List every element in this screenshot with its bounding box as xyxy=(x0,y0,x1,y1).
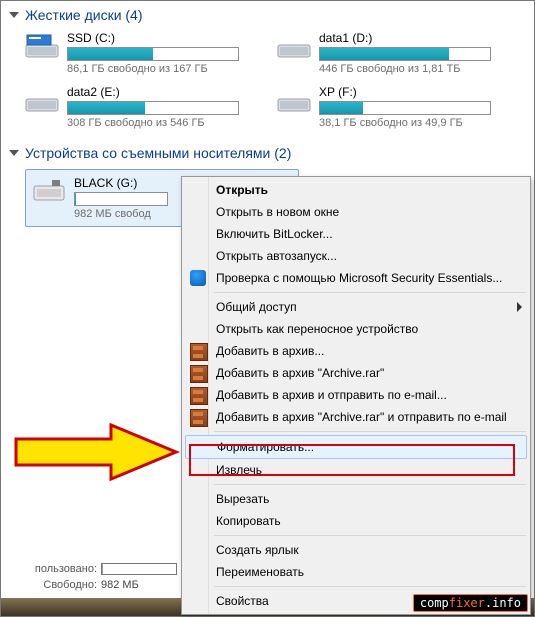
status-used-label: пользовано: xyxy=(7,563,97,575)
section-title: Жесткие диски (4) xyxy=(25,7,143,23)
drive-free-text: 446 ГБ свободно из 1,81 ТБ xyxy=(319,63,517,75)
hdd-icon xyxy=(277,85,311,115)
drive-item[interactable]: data1 (D:) 446 ГБ свободно из 1,81 ТБ xyxy=(277,31,517,75)
status-used-row: пользовано: xyxy=(7,563,187,575)
hdd-icon xyxy=(277,31,311,61)
chevron-down-icon xyxy=(9,150,19,156)
winrar-icon xyxy=(190,365,208,383)
winrar-icon xyxy=(190,387,208,405)
status-free-value: 982 МБ xyxy=(101,579,139,591)
section-title: Устройства со съемными носителями (2) xyxy=(25,145,291,161)
ctx-rar-add-named[interactable]: Добавить в архив "Archive.rar" xyxy=(184,362,528,384)
ctx-rar-add[interactable]: Добавить в архив... xyxy=(184,340,528,362)
drive-item[interactable]: SSD (C:) 86,1 ГБ свободно из 167 ГБ xyxy=(25,31,265,75)
drive-usage-bar xyxy=(319,47,491,61)
shield-icon xyxy=(190,270,206,286)
annotation-arrow-icon xyxy=(11,421,181,483)
status-free-row: Свободно: 982 МБ xyxy=(7,579,187,591)
ctx-open[interactable]: Открыть xyxy=(184,179,528,201)
drive-item[interactable]: XP (F:) 38,1 ГБ свободно из 49,9 ГБ xyxy=(277,85,517,129)
submenu-arrow-icon xyxy=(517,302,522,312)
status-free-label: Свободно: xyxy=(7,579,97,591)
ctx-rar-mail[interactable]: Добавить в архив и отправить по e-mail..… xyxy=(184,384,528,406)
drive-usage-bar xyxy=(319,101,491,115)
ctx-eject[interactable]: Извлечь xyxy=(184,459,528,481)
hdd-icon xyxy=(25,85,59,115)
ctx-format[interactable]: Форматировать... xyxy=(185,435,527,459)
menu-separator xyxy=(214,431,526,432)
context-menu: Открыть Открыть в новом окне Включить Bi… xyxy=(181,176,531,615)
winrar-icon xyxy=(190,409,208,427)
menu-separator xyxy=(214,586,526,587)
drive-label: data1 (D:) xyxy=(319,31,517,45)
ctx-copy[interactable]: Копировать xyxy=(184,510,528,532)
drive-item[interactable]: data2 (E:) 308 ГБ свободно из 546 ГБ xyxy=(25,85,265,129)
drive-free-text: 308 ГБ свободно из 546 ГБ xyxy=(67,117,265,129)
menu-separator xyxy=(214,292,526,293)
ctx-share[interactable]: Общий доступ xyxy=(184,296,528,318)
ctx-open-portable[interactable]: Открыть как переносное устройство xyxy=(184,318,528,340)
menu-separator xyxy=(214,484,526,485)
status-panel: пользовано: Свободно: 982 МБ xyxy=(1,556,187,598)
drive-free-text: 86,1 ГБ свободно из 167 ГБ xyxy=(67,63,265,75)
drive-usage-bar xyxy=(74,192,168,206)
ctx-create-shortcut[interactable]: Создать ярлык xyxy=(184,539,528,561)
ctx-rar-named-mail[interactable]: Добавить в архив "Archive.rar" и отправи… xyxy=(184,406,528,428)
ctx-security-essentials[interactable]: Проверка с помощью Microsoft Security Es… xyxy=(184,267,528,289)
status-used-bar xyxy=(101,563,177,575)
drive-label: XP (F:) xyxy=(319,85,517,99)
hdd-drive-grid: SSD (C:) 86,1 ГБ свободно из 167 ГБ data… xyxy=(1,27,534,139)
ctx-autoplay[interactable]: Открыть автозапуск... xyxy=(184,245,528,267)
section-header-removable[interactable]: Устройства со съемными носителями (2) xyxy=(9,145,534,161)
menu-separator xyxy=(214,535,526,536)
drive-free-text: 38,1 ГБ свободно из 49,9 ГБ xyxy=(319,117,517,129)
ctx-cut[interactable]: Вырезать xyxy=(184,488,528,510)
removable-drive-icon xyxy=(32,176,66,206)
winrar-icon xyxy=(190,343,208,361)
drive-usage-bar xyxy=(67,101,239,115)
hdd-icon xyxy=(25,31,59,61)
ctx-open-new-window[interactable]: Открыть в новом окне xyxy=(184,201,528,223)
watermark-badge: compfixer.info xyxy=(413,594,528,612)
ctx-bitlocker[interactable]: Включить BitLocker... xyxy=(184,223,528,245)
ctx-rename[interactable]: Переименовать xyxy=(184,561,528,583)
drive-label: SSD (C:) xyxy=(67,31,265,45)
section-header-hdd[interactable]: Жесткие диски (4) xyxy=(9,7,534,23)
drive-usage-bar xyxy=(67,47,239,61)
chevron-down-icon xyxy=(9,12,19,18)
drive-label: data2 (E:) xyxy=(67,85,265,99)
